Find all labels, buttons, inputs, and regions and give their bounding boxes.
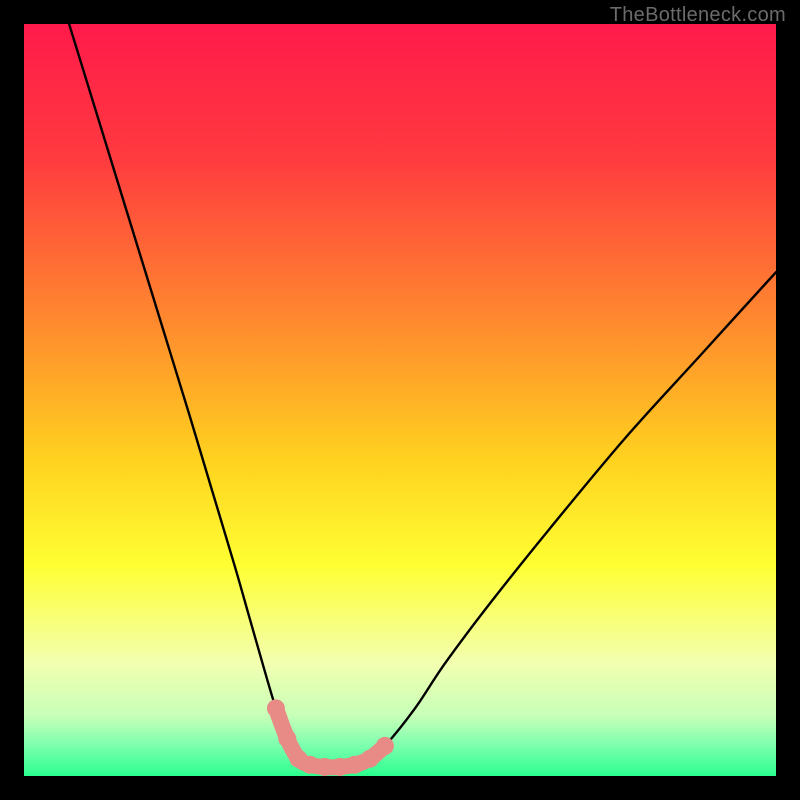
optimal-zone-dot (301, 756, 319, 774)
optimal-zone-dot (278, 729, 296, 747)
plot-area (24, 24, 776, 776)
watermark-label: TheBottleneck.com (610, 4, 786, 27)
optimal-zone-dot (331, 758, 349, 776)
bottleneck-curve-chart (24, 24, 776, 776)
optimal-zone-dot (361, 750, 379, 768)
chart-frame: TheBottleneck.com (0, 0, 800, 800)
gradient-background (24, 24, 776, 776)
optimal-zone-dot (267, 699, 285, 717)
optimal-zone-dot (376, 737, 394, 755)
